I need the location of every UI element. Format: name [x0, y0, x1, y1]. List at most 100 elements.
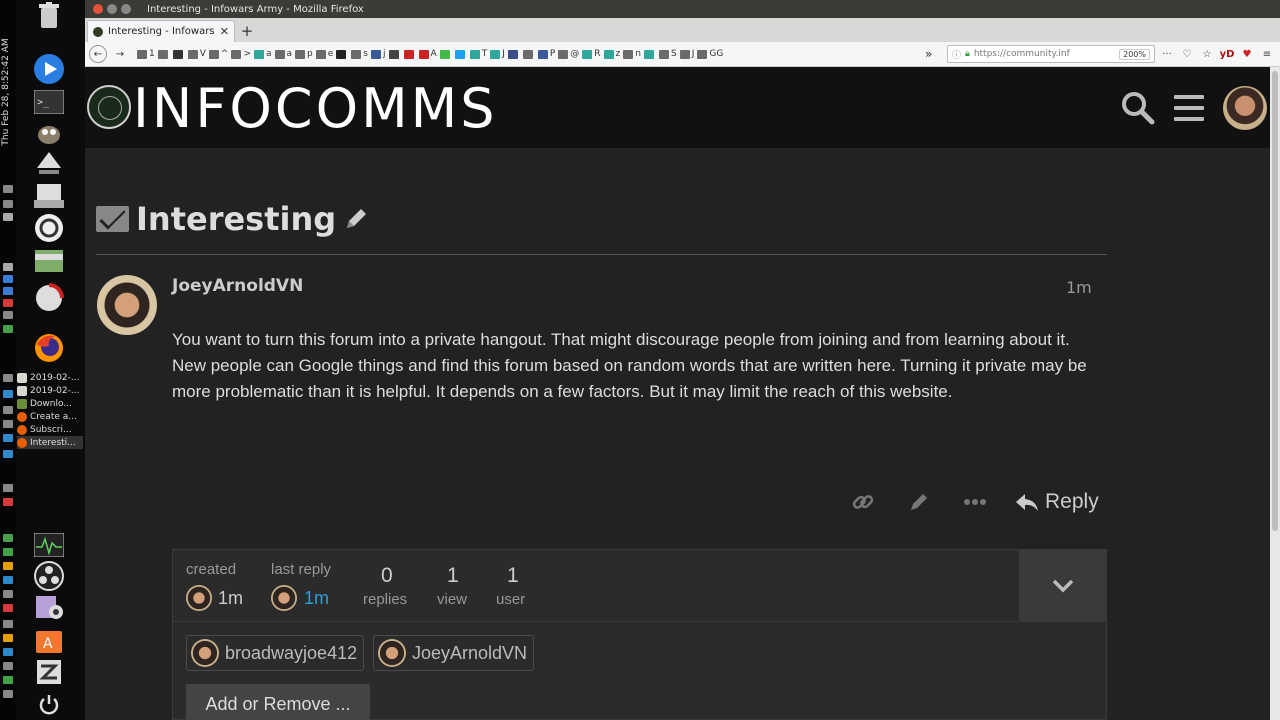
taskbar-item[interactable]: 2019-02-...	[17, 371, 83, 384]
bookmark-item[interactable]	[454, 49, 467, 59]
tray-icon-24[interactable]	[3, 662, 13, 670]
bookmark-item[interactable]: R	[582, 49, 601, 59]
scanner-icon[interactable]	[33, 180, 65, 212]
post-date[interactable]: 1m	[1066, 278, 1092, 297]
app-launcher-icon[interactable]	[33, 656, 65, 688]
tray-icon-14[interactable]	[3, 498, 13, 506]
bookmark-item[interactable]	[403, 49, 416, 59]
bookmark-item[interactable]: z	[603, 49, 620, 59]
bookmark-item[interactable]	[172, 49, 185, 59]
last-reply-avatar[interactable]	[271, 585, 297, 611]
forward-button[interactable]: →	[111, 45, 129, 63]
tray-icon-21[interactable]	[3, 620, 13, 628]
share-link-icon[interactable]	[835, 487, 891, 517]
expand-topic-map-button[interactable]	[1019, 550, 1107, 622]
tray-icon-23[interactable]	[3, 648, 13, 656]
screenshot-icon[interactable]	[33, 592, 65, 624]
post-username[interactable]: JoeyArnoldVN	[172, 276, 303, 296]
media-player-icon[interactable]	[33, 53, 65, 85]
last-reply-value[interactable]: 1m	[304, 588, 329, 609]
reply-button[interactable]: Reply	[1015, 490, 1099, 514]
bookmark-item[interactable]: s	[351, 49, 368, 59]
back-button[interactable]: ←	[89, 45, 107, 63]
tray-icon-12[interactable]	[3, 450, 13, 458]
tray-icon-4[interactable]	[3, 299, 13, 307]
bookmark-item[interactable]: P	[537, 49, 555, 59]
firefox-icon[interactable]	[33, 332, 65, 364]
participant-chip[interactable]: broadwayjoe412	[186, 635, 365, 671]
bookmark-item[interactable]: S	[659, 49, 677, 59]
hamburger-icon[interactable]	[1174, 95, 1204, 121]
tray-icon-25[interactable]	[3, 676, 13, 684]
file-manager-icon[interactable]	[33, 244, 65, 276]
bookmark-item[interactable]: >	[231, 49, 251, 59]
taskbar-item[interactable]: Create a...	[17, 410, 83, 423]
tray-icon-26[interactable]	[3, 690, 13, 698]
wifi-icon[interactable]	[3, 185, 13, 193]
power-icon[interactable]	[33, 688, 65, 720]
page-actions-icon[interactable]: ···	[1159, 49, 1175, 60]
bookmark-item[interactable]: @	[558, 49, 579, 59]
bookmark-item[interactable]: T	[469, 49, 487, 59]
bookmarks-overflow-button[interactable]: »	[925, 47, 939, 61]
bookmark-item[interactable]: a	[274, 49, 292, 59]
tray-icon-9[interactable]	[3, 406, 13, 414]
obs-icon[interactable]	[33, 560, 65, 592]
volume-icon[interactable]	[3, 200, 13, 208]
taskbar-item[interactable]: Downlo...	[17, 397, 83, 410]
bookmark-item[interactable]: p	[295, 49, 313, 59]
inkscape-icon[interactable]	[33, 148, 65, 180]
bookmark-item[interactable]	[157, 49, 170, 59]
bookmark-item[interactable]: J	[490, 49, 505, 59]
bookmark-item[interactable]: A	[418, 49, 437, 59]
minimize-window-icon[interactable]	[107, 4, 117, 14]
close-window-icon[interactable]	[93, 4, 103, 14]
new-tab-button[interactable]: +	[235, 20, 259, 42]
bookmark-item[interactable]: n	[623, 49, 641, 59]
trash-icon[interactable]	[33, 0, 65, 32]
tray-icon-8[interactable]	[3, 390, 13, 398]
tray-icon-13[interactable]	[3, 484, 13, 492]
post-author-avatar[interactable]	[97, 275, 157, 335]
url-bar[interactable]: ⓘ 🔒︎ https://community.inf 200%	[947, 45, 1155, 63]
search-icon[interactable]	[1121, 91, 1155, 125]
info-icon[interactable]: ⓘ	[952, 48, 961, 61]
add-remove-participants-button[interactable]: Add or Remove ...	[186, 684, 370, 720]
terminal-icon[interactable]: >_	[33, 86, 65, 118]
taskbar-item[interactable]: Subscri...	[17, 423, 83, 436]
browser-ball-icon[interactable]	[33, 282, 65, 314]
participant-chip[interactable]: JoeyArnoldVN	[373, 635, 535, 671]
creator-avatar[interactable]	[186, 585, 212, 611]
bookmark-item[interactable]: e	[315, 49, 333, 59]
bookmark-item[interactable]: a	[254, 49, 272, 59]
tray-icon-1[interactable]	[3, 263, 13, 271]
topic-title[interactable]: Interesting	[136, 200, 336, 238]
bookmark-item[interactable]: 1	[137, 49, 155, 59]
site-logo-text[interactable]: INFOCOMMS	[133, 79, 498, 139]
taskbar-item-active[interactable]: Interesti...	[17, 436, 83, 449]
bookmark-item[interactable]	[644, 49, 656, 59]
url-text[interactable]: https://community.inf	[974, 49, 1115, 59]
tray-icon-17[interactable]	[3, 562, 13, 570]
bookmark-item[interactable]: GG	[697, 49, 723, 59]
bookmark-item[interactable]	[439, 49, 452, 59]
user-avatar[interactable]	[1223, 86, 1267, 130]
tray-icon-2[interactable]	[3, 275, 13, 283]
software-center-icon[interactable]: A	[33, 624, 65, 656]
tray-icon-10[interactable]	[3, 420, 13, 428]
created-value[interactable]: 1m	[218, 588, 243, 609]
tray-icon-19[interactable]	[3, 590, 13, 598]
tray-icon-7[interactable]	[3, 374, 13, 382]
system-monitor-icon[interactable]	[33, 529, 65, 561]
bookmark-item[interactable]	[507, 49, 520, 59]
tray-icon-15[interactable]	[3, 534, 13, 542]
ubuntu-software-icon[interactable]	[33, 212, 65, 244]
yandex-dict-icon[interactable]: yD	[1219, 49, 1235, 60]
battery-icon[interactable]	[3, 213, 13, 221]
scrollbar-thumb[interactable]	[1272, 71, 1278, 531]
bookmark-item[interactable]: j	[371, 49, 386, 59]
maximize-window-icon[interactable]	[121, 4, 131, 14]
tray-icon-16[interactable]	[3, 548, 13, 556]
edit-post-icon[interactable]	[891, 487, 947, 517]
pocket-icon[interactable]: ♡	[1179, 49, 1195, 60]
